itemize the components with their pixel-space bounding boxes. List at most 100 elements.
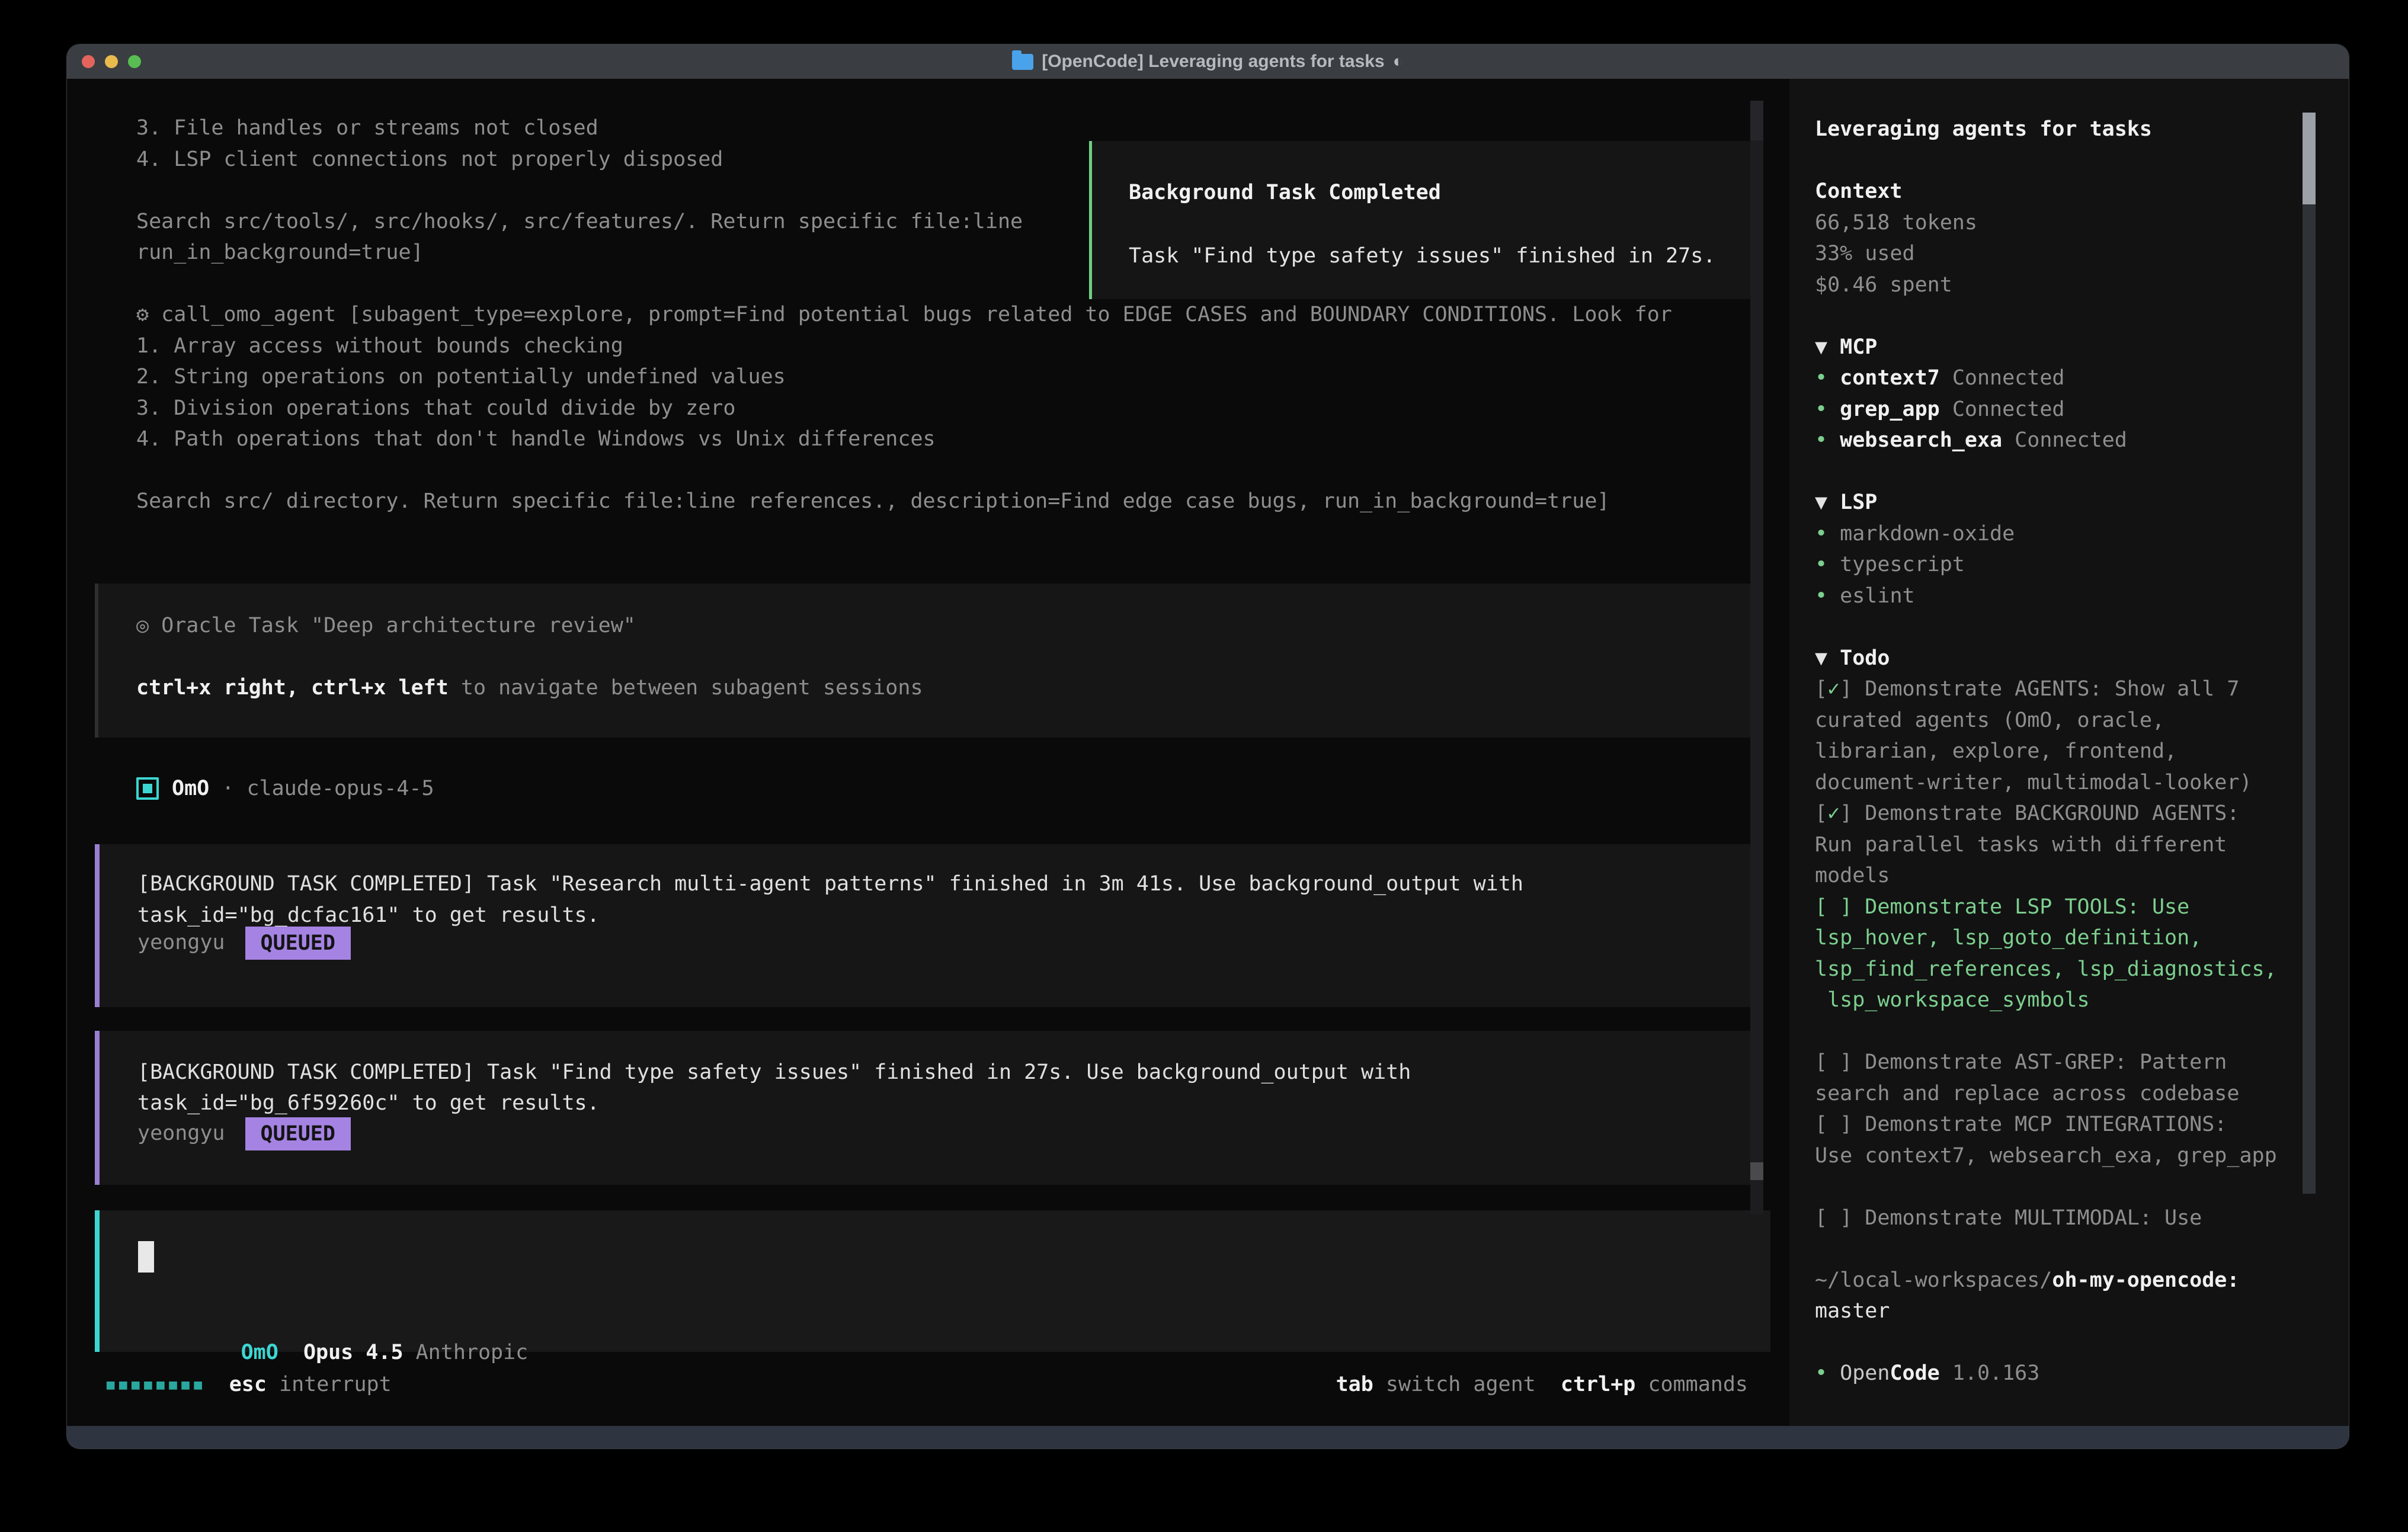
sidebar-mcp-item: • websearch_exa Connected	[1815, 425, 2349, 456]
background-task-box: [BACKGROUND TASK COMPLETED] Task "Resear…	[95, 844, 1753, 1007]
sidebar-lsp-item: • typescript	[1815, 549, 2349, 581]
sidebar-spacer	[1815, 1233, 2349, 1265]
toast-body: Task "Find type safety issues" finished …	[1129, 241, 1715, 272]
text-segment: Search src/tools/, src/hooks/, src/featu…	[136, 210, 1023, 233]
sidebar-spacer	[1815, 611, 2349, 643]
text-segment: [	[1815, 802, 1827, 825]
chat-line: 3. Division operations that could divide…	[136, 393, 735, 424]
spinner-dots-icon: ▪▪▪▪▪▪▪▪	[104, 1373, 204, 1396]
window-bottom-bar	[67, 1426, 2349, 1448]
app-window: [OpenCode] Leveraging agents for tasks ◐…	[67, 44, 2349, 1448]
sidebar-context-spent: $0.46 spent	[1815, 270, 2349, 301]
text-segment: LSP	[1840, 491, 1877, 514]
text-segment: Connected	[1952, 398, 2065, 421]
text-segment: 1. Array access without bounds checking	[136, 334, 623, 358]
text-segment: document-writer, multimodal-looker)	[1815, 771, 2252, 794]
agent-separator: ·	[209, 777, 246, 800]
ctrlp-key-hint: ctrl+p	[1561, 1373, 1635, 1396]
chat-scrollbar-thumb[interactable]	[1750, 1162, 1763, 1180]
text-segment: 2. String operations on potentially unde…	[136, 365, 786, 389]
gear-icon: ⚙	[136, 303, 161, 326]
text-segment: to navigate between subagent sessions	[449, 676, 923, 700]
text-segment: typescript	[1840, 553, 1965, 576]
sidebar-todo-item-done: librarian, explore, frontend,	[1815, 736, 2349, 767]
status-badge: QUEUED	[245, 1117, 351, 1150]
sidebar-lsp-item: • eslint	[1815, 581, 2349, 612]
text-segment: Open	[1840, 1361, 1890, 1385]
text-segment: 1.0.163	[1940, 1361, 2040, 1385]
esc-key-label: interrupt	[267, 1373, 392, 1396]
text-segment: Oracle Task "Deep architecture review"	[161, 614, 636, 637]
chat-line: run_in_background=true]	[136, 237, 424, 268]
text-segment: MCP	[1840, 335, 1877, 359]
task-user-row: yeongyu QUEUED	[137, 1118, 351, 1149]
text-segment: ✓	[1827, 802, 1840, 825]
notification-toast[interactable]: Background Task Completed Task "Find typ…	[1089, 141, 1759, 299]
input-agent-name: OmO	[241, 1341, 278, 1364]
sidebar-todo-item-done: models	[1815, 860, 2349, 892]
sidebar-mcp-item: • grep_app Connected	[1815, 394, 2349, 425]
text-segment: 4. LSP client connections not properly d…	[136, 148, 723, 171]
chat-line: 1. Array access without bounds checking	[136, 331, 623, 362]
sidebar-version-line: • OpenCode 1.0.163	[1815, 1358, 2349, 1389]
sidebar-spacer	[1815, 1016, 2349, 1047]
chat-scrollbar-cap	[1750, 101, 1763, 140]
input-model-name: Opus 4.5	[303, 1341, 404, 1364]
text-segment: Use context7, websearch_exa, grep_app	[1815, 1144, 2277, 1168]
toast-title: Background Task Completed	[1129, 177, 1441, 209]
status-badge: QUEUED	[245, 927, 351, 960]
text-segment: 3. File handles or streams not closed	[136, 116, 598, 140]
sidebar-session-title: Leveraging agents for tasks	[1815, 114, 2349, 145]
triangle-down-icon: ▼	[1815, 335, 1840, 359]
text-cursor	[138, 1241, 154, 1273]
text-segment: [ ] Demonstrate LSP TOOLS: Use	[1815, 895, 2189, 919]
prompt-input[interactable]: OmO Opus 4.5 Anthropic	[95, 1210, 1770, 1352]
sidebar-todo-item-done: Run parallel tasks with different	[1815, 829, 2349, 861]
chat-line: 4. Path operations that don't handle Win…	[136, 424, 936, 455]
text-segment: [	[1815, 677, 1827, 701]
task-user-row: yeongyu QUEUED	[137, 927, 351, 959]
text-segment: ✓	[1827, 677, 1840, 701]
task-message-line1: [BACKGROUND TASK COMPLETED] Task "Find t…	[137, 1057, 1411, 1088]
sidebar-todo-item-done: [✓] Demonstrate AGENTS: Show all 7	[1815, 674, 2349, 705]
sidebar-scrollbar-thumb[interactable]	[2303, 113, 2316, 204]
text-segment: 3. Division operations that could divide…	[136, 396, 735, 420]
status-dot-icon: •	[1815, 1361, 1840, 1385]
sidebar-todo-item-active: [ ] Demonstrate LSP TOOLS: Use	[1815, 892, 2349, 923]
minimize-window-button[interactable]	[105, 55, 118, 68]
close-window-button[interactable]	[82, 55, 95, 68]
text-segment: Todo	[1840, 646, 1890, 670]
sidebar-todo-item-done: document-writer, multimodal-looker)	[1815, 767, 2349, 799]
sidebar-mcp-header: ▼ MCP	[1815, 332, 2349, 363]
sidebar-workspace-branch: master	[1815, 1296, 2349, 1327]
ctrlp-key-label: commands	[1635, 1373, 1748, 1396]
titlebar[interactable]: [OpenCode] Leveraging agents for tasks ◐	[67, 44, 2349, 79]
chat-line: Search src/tools/, src/hooks/, src/featu…	[136, 206, 1023, 238]
oracle-icon: ◎	[136, 614, 161, 637]
task-user: yeongyu	[137, 1118, 225, 1149]
text-segment: lsp_workspace_symbols	[1815, 988, 2090, 1012]
status-dot-icon: •	[1815, 428, 1840, 452]
agent-session-line[interactable]: OmO · claude-opus-4-5	[136, 773, 434, 804]
status-dot-icon: •	[1815, 584, 1840, 608]
chat-main-area: 3. File handles or streams not closed 4. …	[67, 79, 1789, 1426]
sidebar-context-used: 33% used	[1815, 238, 2349, 270]
text-segment: markdown-oxide	[1840, 522, 2015, 546]
sidebar-todo-item-done: [✓] Demonstrate BACKGROUND AGENTS:	[1815, 798, 2349, 829]
text-segment: [ ] Demonstrate MCP INTEGRATIONS:	[1815, 1113, 2227, 1136]
status-dot-icon: •	[1815, 553, 1840, 576]
agent-name: OmO	[172, 777, 209, 800]
chat-scrollbar[interactable]	[1750, 101, 1763, 1214]
text-segment: curated agents (OmO, oracle,	[1815, 709, 2164, 732]
task-message-line1: [BACKGROUND TASK COMPLETED] Task "Resear…	[137, 868, 1523, 900]
agent-model: claude-opus-4-5	[246, 777, 434, 800]
text-segment: librarian, explore, frontend,	[1815, 739, 2177, 763]
triangle-down-icon: ▼	[1815, 646, 1840, 670]
zoom-window-button[interactable]	[128, 55, 141, 68]
task-user: yeongyu	[137, 927, 225, 959]
sidebar-spacer	[1815, 145, 2349, 177]
model-row: OmO Opus 4.5 Anthropic	[141, 1306, 528, 1337]
text-segment: [ ] Demonstrate AST-GREP: Pattern	[1815, 1050, 2227, 1074]
sidebar-scrollbar[interactable]	[2303, 113, 2316, 1194]
traffic-lights	[82, 55, 141, 68]
